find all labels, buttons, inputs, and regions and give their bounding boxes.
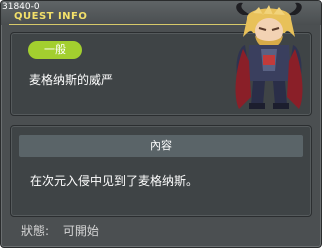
status-value: 可開始: [62, 224, 99, 238]
category-badge: 一般: [28, 41, 82, 59]
title-underline: [9, 24, 247, 25]
quest-info-window: 31840-0 QUEST INFO 一般 麦格纳斯的威严 內容 在次元入侵中见…: [0, 0, 322, 248]
quest-name: 麦格纳斯的威严: [29, 73, 114, 87]
status-label: 狀態:: [21, 224, 50, 238]
content-section-header: 內容: [19, 135, 303, 157]
quest-content-panel: 內容 在次元入侵中见到了麦格纳斯。: [10, 125, 312, 217]
quest-status: 狀態: 可開始: [21, 222, 99, 239]
window-title: QUEST INFO: [14, 11, 88, 22]
quest-description: 在次元入侵中见到了麦格纳斯。: [30, 174, 199, 188]
magnus-character-icon: [235, 2, 303, 109]
